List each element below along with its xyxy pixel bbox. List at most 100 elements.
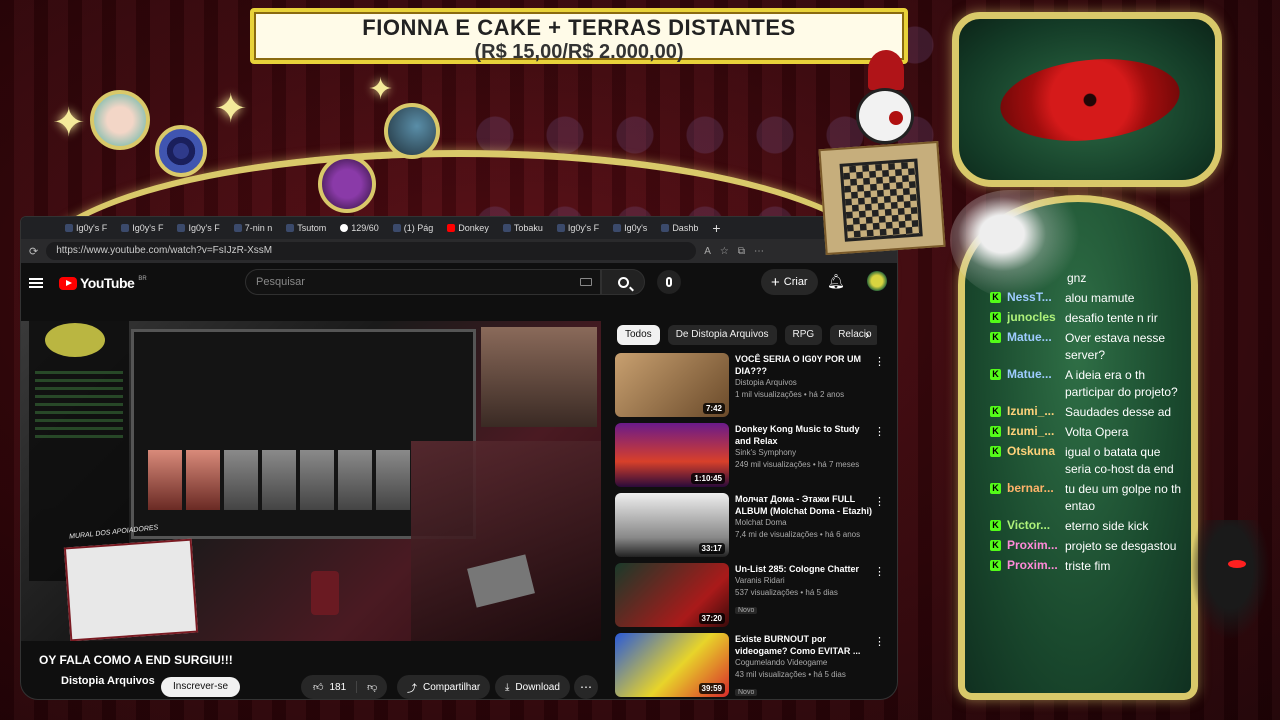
browser-tab[interactable]: Dashb [655,220,704,236]
browser-tab[interactable]: Ig0y's F [115,220,169,236]
video-channel[interactable]: Molchat Doma [735,517,875,529]
channel-name[interactable]: Distopia Arquivos [61,675,155,687]
video-title[interactable]: Un-List 285: Cologne Chatter [735,563,875,575]
tab-label: (1) Pág [403,223,434,233]
chat-text: igual o batata que seria co-host da end [1065,445,1174,476]
read-aloud-icon[interactable]: A [704,246,711,257]
chat-text: tu deu um golpe no th entao [1065,482,1182,513]
browser-tab[interactable]: Ig0y's F [59,220,113,236]
chat-username[interactable]: junocles [1007,310,1065,324]
video-mural [63,538,199,641]
browser-tab[interactable]: Donkey [441,220,495,236]
qr-scroll [818,140,946,256]
video-thumbnail[interactable]: 39:59 [615,633,729,697]
chat-messages: gnz K NessT... alou mamute Kjunocles desafio … [990,270,1190,578]
like-button[interactable]: 👍︎ 181 [301,681,358,693]
tab-label: Donkey [458,223,489,233]
video-duration: 7:42 [702,403,725,414]
filter-chip[interactable]: Todos [617,325,660,345]
video-title[interactable]: VOCÊ SERIA O IG0Y POR UM DIA??? [735,353,875,377]
kebab-menu-icon[interactable]: ⋮ [874,635,885,648]
browser-tab[interactable]: Tobaku [497,220,549,236]
voice-search-button[interactable] [657,270,681,294]
account-avatar[interactable] [867,271,887,291]
keyboard-icon[interactable] [580,278,592,286]
address-bar: ⟳ https://www.youtube.com/watch?v=FsIJzR… [21,239,897,263]
share-button[interactable]: ⤴ Compartilhar [397,675,491,699]
notifications-bell-icon[interactable]: 🔔︎ [827,273,845,290]
chat-username[interactable]: Otskuna [1007,444,1065,458]
more-actions-button[interactable]: ⋯ [574,675,598,699]
chat-username[interactable]: Proxim... [1007,538,1065,552]
download-icon: ⤓ [505,681,510,693]
plus-icon: + [771,273,780,291]
recommended-video[interactable]: 37:20 Un-List 285: Cologne Chatter Varanis… [615,563,885,631]
extensions-icon[interactable]: ⧉ [738,246,745,257]
tab-label: 7-nin n [244,223,273,233]
kebab-menu-icon[interactable]: ⋮ [874,355,885,368]
video-thumbnail[interactable]: 33:17 [615,493,729,557]
search-input[interactable]: Pesquisar [245,269,601,295]
video-thumbnail[interactable]: 1:10:45 [615,423,729,487]
video-info: Donkey Kong Music to Study and Relax Sink… [735,423,875,471]
video-channel[interactable]: Sink's Symphony [735,447,875,459]
menu-icon[interactable] [29,278,43,288]
video-title[interactable]: Existe BURNOUT por videogame? Como EVITA… [735,633,875,657]
dislike-button[interactable]: 👎︎ [357,681,387,693]
video-thumbnail[interactable]: 7:42 [615,353,729,417]
download-button[interactable]: ⤓ Download [495,675,570,699]
recommended-video[interactable]: 7:42 VOCÊ SERIA O IG0Y POR UM DIA??? Disto… [615,353,885,421]
video-player[interactable]: MURAL DOS APOIADORES [21,321,601,641]
video-channel[interactable]: Cogumelando Videogame [735,657,875,669]
chat-username[interactable]: Matue... [1007,367,1065,381]
chat-username[interactable]: Izumi_... [1007,404,1065,418]
recommended-video[interactable]: 33:17 Молчат Дома - Этажи FULL ALBUM (Mol… [615,493,885,561]
chevron-right-icon[interactable]: › [865,327,869,342]
recommended-video[interactable]: 1:10:45 Donkey Kong Music to Study and Re… [615,423,885,491]
youtube-logo[interactable]: YouTube BR [59,275,147,291]
new-tab-icon[interactable]: + [712,220,720,236]
filter-chip[interactable]: Relacio [830,325,877,345]
create-button[interactable]: + Criar [761,269,818,295]
google-favicon-icon [340,224,349,232]
browser-tab[interactable]: Tsutom [280,220,332,236]
chat-username[interactable]: Proxim... [1007,558,1065,572]
browser-tab[interactable]: (1) Pág [387,220,440,236]
video-chat-overlay [29,321,129,581]
chat-username[interactable]: bernar... [1007,481,1065,495]
video-channel[interactable]: Distopia Arquivos [735,377,875,389]
browser-tab[interactable]: Ig0y's F [551,220,605,236]
filter-chip[interactable]: De Distopia Arquivos [667,325,777,345]
tab-label: Ig0y's F [132,223,164,233]
video-title[interactable]: Donkey Kong Music to Study and Relax [735,423,875,447]
video-channel[interactable]: Varanis Ridari [735,575,875,587]
favorite-icon[interactable]: ☆ [720,246,729,257]
kebab-menu-icon[interactable]: ⋮ [874,565,885,578]
region-code: BR [138,276,147,282]
url-field[interactable]: https://www.youtube.com/watch?v=FsIJzR-X… [46,242,697,260]
reload-icon[interactable]: ⟳ [29,245,38,258]
kebab-menu-icon[interactable]: ⋮ [874,495,885,508]
chat-message: K Proxim... projeto se desgastou [990,538,1190,555]
chat-username[interactable]: Matue... [1007,330,1065,344]
browser-tab[interactable]: Ig0y's F [171,220,225,236]
video-title[interactable]: Молчат Дома - Этажи FULL ALBUM (Molchat … [735,493,875,517]
subscribe-button[interactable]: Inscrever-se [161,677,241,697]
browser-tab[interactable]: Ig0y's [607,220,653,236]
chat-message: Kbernar... tu deu um golpe no th entao [990,481,1190,515]
settings-icon[interactable]: ⋯ [754,246,764,257]
chat-username[interactable]: Victor... [1007,518,1065,532]
video-thumbnail[interactable]: 37:20 [615,563,729,627]
recommended-video[interactable]: 39:59 Existe BURNOUT por videogame? Como … [615,633,885,699]
search-button[interactable] [601,269,645,295]
browser-tab[interactable]: 7-nin n [228,220,279,236]
browser-tab[interactable]: 129/60 [334,220,385,236]
youtube-wordmark: YouTube [80,275,135,291]
tab-label: Ig0y's F [188,223,220,233]
filter-chip[interactable]: RPG [784,325,823,345]
fav-blue-favicon-icon [661,224,670,232]
kebab-menu-icon[interactable]: ⋮ [874,425,885,438]
mic-icon [666,277,672,287]
chat-username[interactable]: NessT... [1007,290,1065,304]
chat-username[interactable]: Izumi_... [1007,424,1065,438]
